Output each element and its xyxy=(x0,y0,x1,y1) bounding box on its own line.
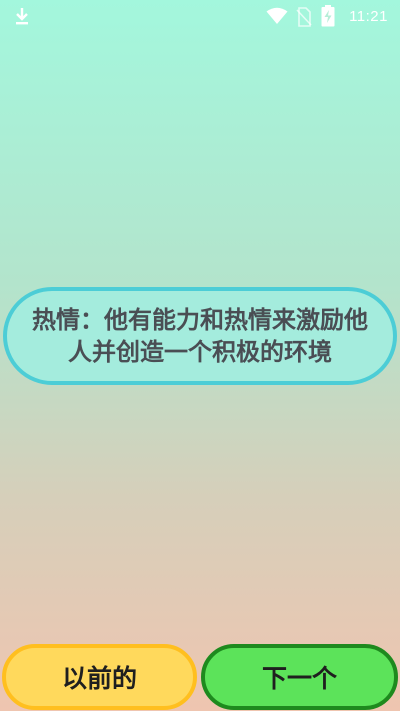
download-icon xyxy=(12,6,32,30)
battery-charging-icon xyxy=(321,5,335,31)
quote-bubble: 热情：他有能力和热情来激励他人并创造一个积极的环境 xyxy=(3,287,397,385)
next-button[interactable]: 下一个 xyxy=(201,644,398,710)
previous-button[interactable]: 以前的 xyxy=(2,644,197,710)
quote-text: 热情：他有能力和热情来激励他人并创造一个积极的环境 xyxy=(32,306,368,366)
no-sim-icon xyxy=(296,7,312,31)
status-bar: 11:21 xyxy=(0,0,400,34)
status-time: 11:21 xyxy=(349,8,388,25)
wifi-icon xyxy=(266,7,288,29)
